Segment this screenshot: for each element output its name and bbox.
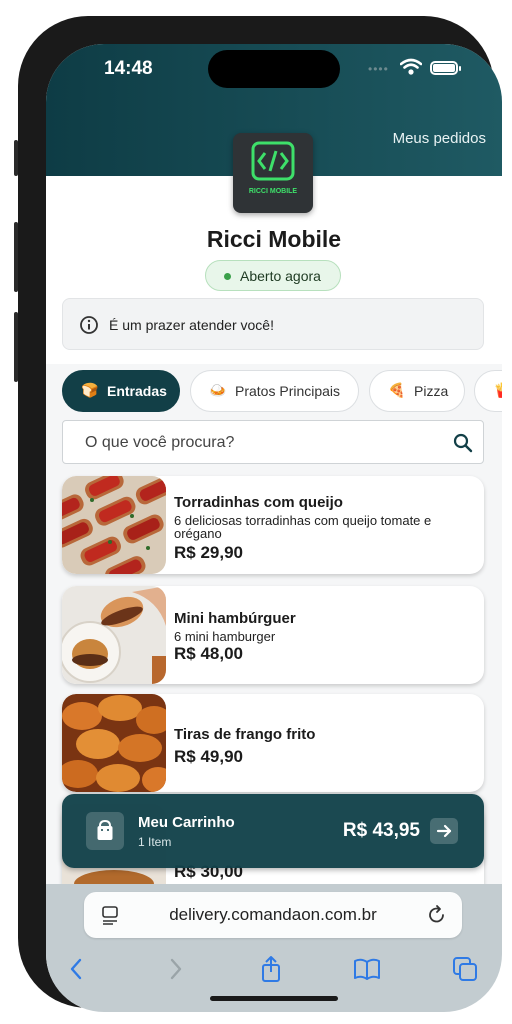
bread-icon: 🍞 [81,382,99,398]
address-bar[interactable]: delivery.comandaon.com.br [84,892,462,938]
url-text: delivery.comandaon.com.br [169,905,377,924]
volume-up-button [14,222,18,292]
cart-item-count: 1 Item [138,835,172,849]
wifi-icon [400,58,422,75]
browser-toolbar: delivery.comandaon.com.br [46,884,502,1012]
category-tab-label: Pratos Principais [235,383,341,399]
product-image-bruschetta [62,476,166,574]
product-card[interactable]: Mini hambúrguer 6 mini hamburger R$ 48,0… [62,586,484,684]
back-icon[interactable] [62,954,92,984]
open-status-badge: Aberto agora [205,260,341,291]
cellular-signal-icon: •••• [368,62,389,76]
search-input[interactable] [85,431,425,455]
share-icon[interactable] [256,954,286,984]
product-image-fried-chicken [62,694,166,792]
status-time: 14:48 [104,58,153,79]
category-tab-label: Pizza [414,383,449,399]
home-indicator [210,996,338,1001]
category-tab-partial[interactable]: 🍟 [474,370,502,412]
reload-icon[interactable] [426,904,448,926]
dynamic-island [208,50,340,88]
category-tab-pratos-principais[interactable]: 🍛 Pratos Principais [190,370,359,412]
product-image-mini-burger [62,586,166,684]
category-tab-pizza[interactable]: 🍕 Pizza [369,370,465,412]
cart-total: R$ 43,95 [342,820,420,841]
category-tab-label: Entradas [107,383,167,399]
open-status-dot [224,273,231,280]
forward-icon[interactable] [160,954,190,984]
curry-dish-icon: 🍛 [209,382,227,398]
search-bar [62,420,484,464]
shopping-bag-icon [86,812,124,850]
fries-icon: 🍟 [493,382,502,398]
search-icon[interactable] [453,433,473,453]
product-card[interactable]: Torradinhas com queijo 6 deliciosas torr… [62,476,484,574]
category-tabs: 🍞 Entradas 🍛 Pratos Principais 🍕 Pizza 🍟 [62,370,502,414]
product-description: 6 mini hamburger [174,629,276,644]
product-name: Tiras de frango frito [174,726,316,743]
cart-bar[interactable]: Meu Carrinho 1 Item R$ 43,95 [62,794,484,868]
welcome-message: É um prazer atender você! [109,317,274,333]
store-logo: RICCI MOBILE [233,133,313,213]
product-price: R$ 29,90 [174,543,243,562]
product-card[interactable]: Tiras de frango frito R$ 49,90 [62,694,484,792]
logo-text: RICCI MOBILE [248,188,298,195]
tabs-icon[interactable] [450,954,480,984]
product-price: R$ 48,00 [174,644,243,663]
product-price: R$ 49,90 [174,747,243,766]
code-brackets-icon [251,141,295,181]
open-status-label: Aberto agora [240,268,321,284]
category-tab-entradas[interactable]: 🍞 Entradas [62,370,180,412]
product-name: Torradinhas com queijo [174,494,343,511]
bookmarks-icon[interactable] [352,954,382,984]
my-orders-link[interactable]: Meus pedidos [393,130,486,147]
battery-icon [430,61,461,75]
product-description: 6 deliciosas torradinhas com queijo toma… [174,513,432,541]
action-button [14,140,18,176]
cart-title: Meu Carrinho [138,814,235,831]
arrow-right-icon[interactable] [430,818,458,844]
volume-down-button [14,312,18,382]
pizza-icon: 🍕 [388,382,406,398]
info-icon [80,316,98,334]
welcome-message-box: É um prazer atender você! [62,298,484,350]
status-bar: 14:48 •••• [46,44,502,100]
product-name: Mini hambúrguer [174,610,296,627]
phone-frame: 14:48 •••• Meus pedidos RICCI MOBILE Ric… [14,16,502,1012]
store-name: Ricci Mobile [206,226,342,252]
screen: 14:48 •••• Meus pedidos RICCI MOBILE Ric… [46,44,502,1012]
